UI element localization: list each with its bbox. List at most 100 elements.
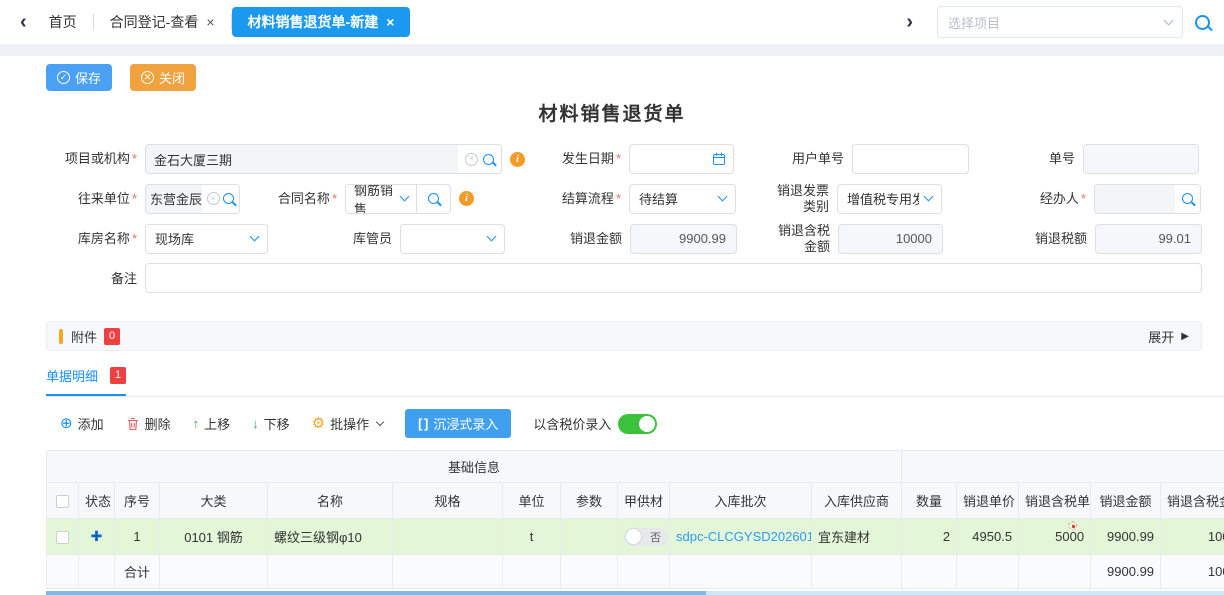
tab-detail-lines-label: 单据明细 — [46, 366, 98, 385]
remark-field[interactable] — [145, 263, 1202, 293]
row-param-cell[interactable] — [561, 519, 618, 555]
handler-field-value — [1095, 185, 1175, 213]
global-search-icon[interactable] — [1195, 15, 1210, 30]
inbound-batch-link[interactable]: sdpc-CLCGYSD2026010 — [676, 529, 812, 544]
row-price-with-tax-cell[interactable]: 5000 — [1019, 519, 1091, 555]
horizontal-scrollbar[interactable] — [46, 591, 1224, 595]
row-checkbox[interactable] — [56, 531, 69, 544]
settle-flow-field-label: 结算流程* — [474, 191, 629, 207]
group-header-basic-info: 基础信息 — [47, 451, 902, 483]
info-icon: i — [459, 191, 474, 206]
contract-field: 钢筋销售 — [345, 184, 451, 214]
amount-field-label: 销退金额 — [505, 231, 630, 247]
calendar-icon[interactable] — [712, 152, 726, 166]
warehouse-select-value: 现场库 — [155, 229, 194, 248]
group-header-amounts — [902, 451, 1224, 483]
col-spec: 规格 — [393, 483, 503, 519]
detail-tabs: 单据明细 1 — [46, 366, 1224, 397]
project-field-value: 金石大厦三期 — [146, 145, 458, 173]
select-all-checkbox[interactable] — [56, 495, 69, 508]
total-empty-cell — [812, 555, 902, 589]
project-field[interactable]: 金石大厦三期 × — [145, 144, 502, 174]
doc-no-field-label: 单号 — [969, 151, 1083, 167]
counterparty-field[interactable]: 东营金辰建 × — [145, 184, 240, 214]
chevron-down-icon — [250, 232, 260, 242]
action-bar: ✓ 保存 ✕ 关闭 — [0, 56, 1224, 91]
check-circle-icon: ✓ — [57, 71, 70, 84]
keeper-field-label: 库管员 — [268, 231, 400, 247]
arrow-up-icon: ↑ — [193, 416, 200, 431]
total-empty-cell — [47, 555, 79, 589]
close-button[interactable]: ✕ 关闭 — [130, 64, 196, 91]
arrow-down-icon: ↓ — [252, 416, 259, 431]
close-tab-icon[interactable]: × — [206, 14, 214, 30]
invoice-type-select-value: 增值税专用发票 — [847, 189, 919, 208]
tab-detail-lines[interactable]: 单据明细 1 — [46, 366, 126, 396]
close-circle-icon: ✕ — [141, 71, 154, 84]
close-tab-icon[interactable]: × — [386, 14, 394, 30]
user-no-field[interactable] — [852, 144, 969, 174]
toggle-knob — [639, 416, 655, 432]
row-supplier-cell[interactable]: 宜东建材 — [812, 519, 902, 555]
total-row: 合计 9900.99 10000 — [47, 555, 1224, 589]
row-amount-with-tax-cell[interactable]: 10000 — [1161, 519, 1224, 555]
row-price-cell[interactable]: 4950.5 — [957, 519, 1019, 555]
date-field[interactable] — [629, 144, 734, 174]
add-row-plus-icon[interactable]: ✚ — [91, 528, 103, 544]
add-row-button[interactable]: ⊕ 添加 — [60, 414, 104, 433]
order-form: 项目或机构* 金石大厦三期 × i 发生日期* 用户单号 — [0, 144, 1224, 293]
tabs-scroll-right-icon[interactable]: › — [900, 12, 919, 32]
add-row-label: 添加 — [78, 414, 104, 433]
delete-row-label: 删除 — [145, 414, 171, 433]
row-seq-cell: 1 — [115, 519, 160, 555]
row-amount-cell[interactable]: 9900.99 — [1091, 519, 1161, 555]
row-name-cell[interactable]: 螺纹三级钢φ10 — [268, 519, 393, 555]
owner-supplied-toggle[interactable]: 否 — [624, 528, 668, 546]
section-marker — [59, 329, 63, 344]
invoice-type-select[interactable]: 增值税专用发票 — [837, 184, 942, 214]
row-price-with-tax-value: 5000 — [1055, 529, 1084, 544]
row-qty-cell[interactable]: 2 — [902, 519, 957, 555]
contract-search-button[interactable] — [416, 185, 450, 213]
col-price: 销退单价 — [957, 483, 1019, 519]
immersive-entry-label: 沉浸式录入 — [433, 414, 498, 433]
move-down-button[interactable]: ↓ 下移 — [252, 414, 290, 433]
col-amount-with-tax: 销退含税金额 — [1161, 483, 1224, 519]
row-spec-cell[interactable] — [393, 519, 503, 555]
move-up-button[interactable]: ↑ 上移 — [193, 414, 231, 433]
project-select[interactable]: 选择项目 — [937, 6, 1183, 38]
keeper-select[interactable] — [400, 224, 505, 254]
tabs-scroll-left-icon[interactable]: ‹ — [14, 12, 33, 32]
settle-flow-select[interactable]: 待结算 — [629, 184, 736, 214]
warehouse-select[interactable]: 现场库 — [145, 224, 268, 254]
with-tax-toggle[interactable] — [618, 414, 657, 434]
gear-icon: ⚙ — [312, 416, 325, 431]
total-empty-cell — [1019, 555, 1091, 589]
remark-field-label: 备注 — [46, 271, 145, 287]
save-button[interactable]: ✓ 保存 — [46, 64, 112, 91]
row-unit-cell[interactable]: t — [503, 519, 561, 555]
total-empty-cell — [561, 555, 618, 589]
chevron-down-icon — [400, 192, 410, 202]
search-icon[interactable] — [1182, 193, 1193, 204]
clear-icon[interactable]: × — [465, 153, 478, 166]
row-batch-cell: sdpc-CLCGYSD2026010 — [670, 519, 812, 555]
tab-home[interactable]: 首页 — [33, 7, 93, 37]
tab-contract-view[interactable]: 合同登记-查看 × — [94, 7, 231, 37]
scrollbar-thumb[interactable] — [46, 591, 706, 595]
expand-control[interactable]: 展开 ▶ — [1148, 327, 1189, 346]
handler-field[interactable] — [1094, 184, 1201, 214]
search-icon[interactable] — [223, 193, 234, 204]
contract-select[interactable]: 钢筋销售 — [346, 185, 416, 213]
search-icon[interactable] — [483, 154, 494, 165]
col-price-with-tax: 销退含税单价 — [1019, 483, 1091, 519]
total-empty-cell — [503, 555, 561, 589]
immersive-entry-button[interactable]: [ ] 沉浸式录入 — [405, 409, 511, 438]
batch-operations-button[interactable]: ⚙ 批操作 — [312, 414, 383, 433]
delete-row-button[interactable]: 删除 — [126, 414, 171, 433]
trash-icon — [126, 417, 140, 431]
row-category-cell[interactable]: 0101 钢筋 — [160, 519, 268, 555]
tab-material-return-new[interactable]: 材料销售退货单-新建 × — [232, 7, 411, 37]
total-amount-cell: 9900.99 — [1091, 555, 1161, 589]
clear-icon[interactable]: × — [207, 192, 220, 205]
